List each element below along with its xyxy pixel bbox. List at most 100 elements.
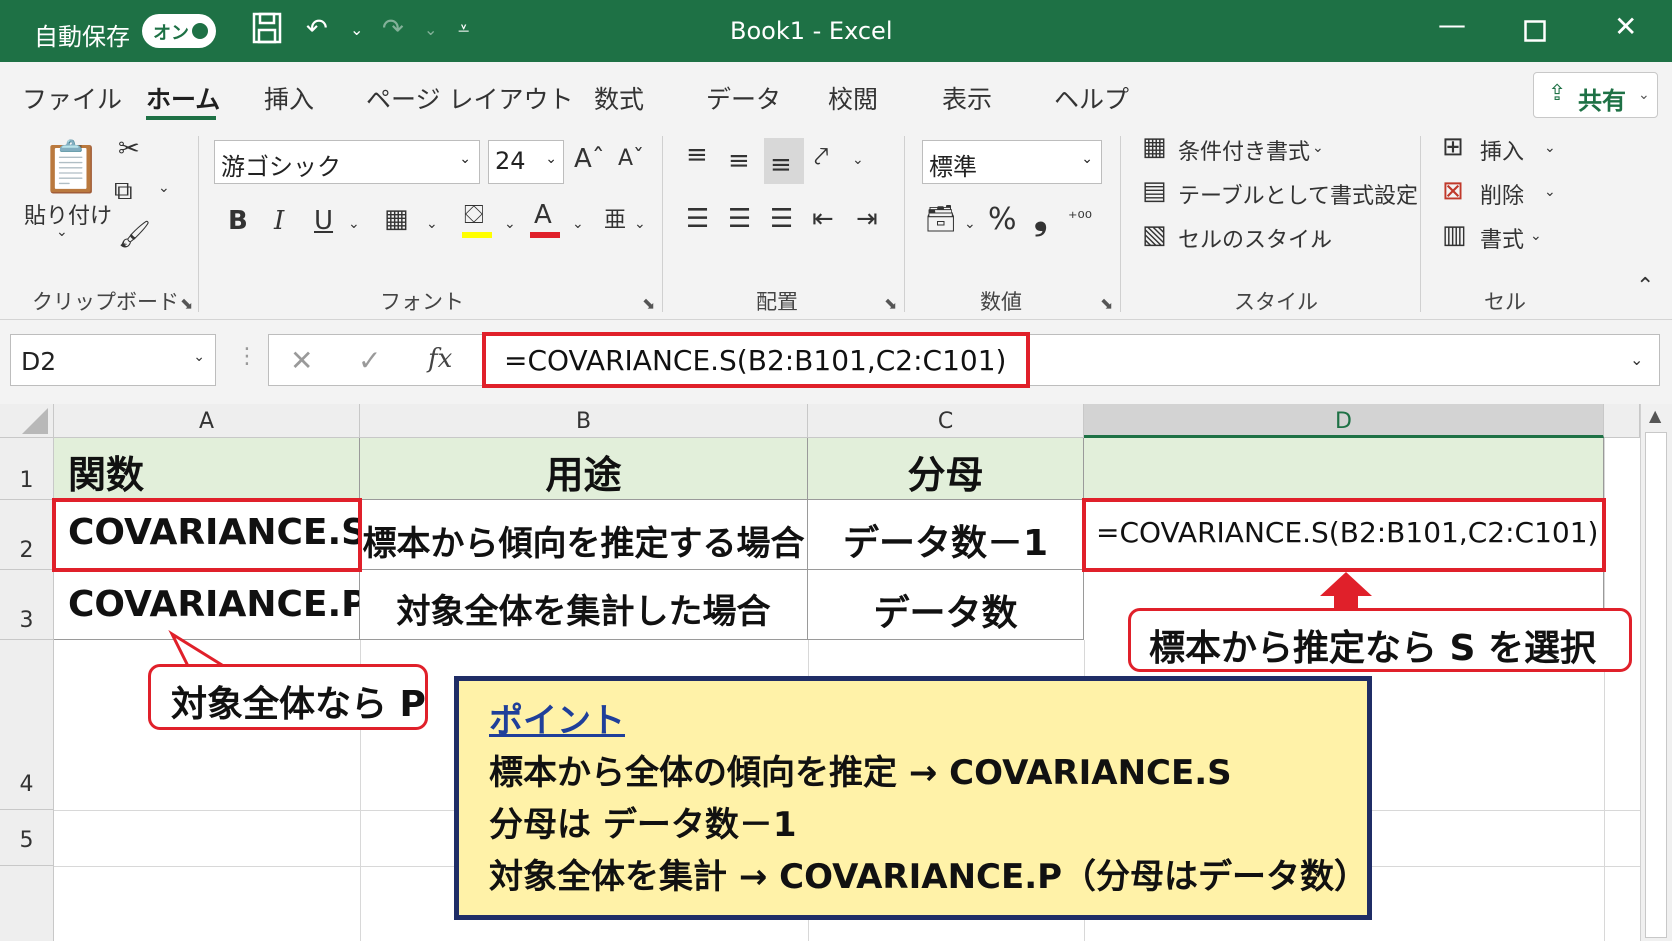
orientation-icon[interactable]: ⤤ — [814, 142, 829, 173]
dialog-launcher-icon[interactable]: ⬊ — [642, 294, 655, 313]
scroll-up-icon[interactable]: ▲ — [1649, 406, 1661, 425]
border-icon[interactable]: ▦ — [384, 204, 409, 234]
maximize-icon[interactable] — [1524, 16, 1546, 49]
column-header-a[interactable]: A — [54, 404, 360, 438]
tab-page-layout[interactable]: ページ レイアウト — [366, 80, 573, 116]
scrollbar-thumb[interactable] — [1645, 432, 1667, 938]
align-left-icon[interactable]: ☰ — [686, 204, 709, 234]
chevron-down-icon[interactable]: ⌄ — [504, 216, 516, 232]
dialog-launcher-icon[interactable]: ⬊ — [1100, 294, 1113, 313]
font-size-select[interactable]: 24 ⌄ — [488, 140, 564, 184]
vertical-scrollbar[interactable]: ▲ — [1640, 404, 1672, 941]
minimize-icon[interactable]: — — [1438, 8, 1466, 41]
cell-b1[interactable]: 用途 — [360, 438, 808, 500]
more-icon[interactable]: ⋮ — [236, 344, 258, 369]
chevron-down-icon[interactable]: ⌄ — [350, 20, 363, 39]
chevron-down-icon[interactable]: ⌄ — [158, 180, 170, 196]
chevron-down-icon[interactable]: ⌄ — [1314, 228, 1326, 244]
column-header-d[interactable]: D — [1084, 404, 1604, 438]
currency-icon[interactable]: 🗃 — [924, 204, 957, 234]
percent-button[interactable]: % — [988, 202, 1017, 237]
column-header-b[interactable]: B — [360, 404, 808, 438]
chevron-down-icon[interactable]: ⌄ — [348, 216, 360, 232]
paste-icon[interactable]: 📋 — [40, 138, 102, 197]
chevron-down-icon[interactable]: ⌄ — [1544, 140, 1556, 156]
row-header-1[interactable]: 1 — [0, 438, 54, 500]
chevron-down-icon[interactable]: ⌄ — [424, 20, 437, 39]
tab-file[interactable]: ファイル — [22, 80, 122, 116]
align-right-icon[interactable]: ☰ — [770, 204, 793, 234]
chevron-down-icon[interactable]: ⌄ — [1312, 140, 1324, 156]
cell-a1[interactable]: 関数 — [54, 438, 360, 500]
collapse-ribbon-icon[interactable]: ⌃ — [1636, 274, 1654, 299]
tab-data[interactable]: データ — [706, 80, 781, 116]
undo-icon[interactable]: ↶ — [306, 14, 328, 44]
font-name-select[interactable]: 游ゴシック ⌄ — [214, 140, 480, 184]
cell-c3[interactable]: データ数 — [808, 570, 1084, 640]
row-header-6[interactable] — [0, 866, 54, 941]
tab-help[interactable]: ヘルプ — [1054, 80, 1129, 116]
conditional-format-button[interactable]: 条件付き書式 — [1178, 134, 1310, 166]
bold-button[interactable]: B — [228, 206, 248, 236]
cell-styles-button[interactable]: セルのスタイル — [1178, 222, 1332, 254]
decrease-font-icon[interactable]: Aˇ — [618, 146, 644, 171]
align-middle-icon[interactable]: ≡ — [728, 146, 750, 176]
format-painter-icon[interactable]: 🖌 — [118, 220, 151, 250]
chevron-down-icon[interactable]: ⌄ — [426, 216, 438, 232]
copy-icon[interactable]: ⧉ — [114, 176, 133, 207]
column-header-e[interactable] — [1604, 404, 1640, 438]
close-icon[interactable]: ✕ — [1614, 10, 1637, 43]
cell-c2[interactable]: データ数－1 — [808, 500, 1084, 570]
chevron-down-icon[interactable]: ⌄ — [634, 216, 646, 232]
name-box[interactable]: D2 ⌄ — [10, 334, 216, 386]
cell-c1[interactable]: 分母 — [808, 438, 1084, 500]
fill-color-icon[interactable]: ⛋ — [464, 200, 484, 231]
insert-function-icon[interactable]: fx — [428, 344, 452, 374]
column-header-c[interactable]: C — [808, 404, 1084, 438]
cell-b2[interactable]: 標本から傾向を推定する場合 — [360, 500, 808, 570]
tab-insert[interactable]: 挿入 — [264, 80, 314, 116]
decrease-indent-icon[interactable]: ⇤ — [812, 204, 834, 234]
expand-formula-bar-icon[interactable]: ⌄ — [1630, 350, 1643, 369]
paste-label[interactable]: 貼り付け — [24, 198, 112, 230]
increase-indent-icon[interactable]: ⇥ — [856, 204, 878, 234]
chevron-down-icon[interactable]: ⌄ — [1544, 184, 1556, 200]
chevron-down-icon[interactable]: ⌄ — [1396, 184, 1408, 200]
cell-b3[interactable]: 対象全体を集計した場合 — [360, 570, 808, 640]
save-icon[interactable] — [252, 12, 282, 51]
row-header-4[interactable]: 4 — [0, 640, 54, 810]
decimal-icon[interactable]: ⁺⁰⁰ — [1068, 208, 1092, 229]
underline-button[interactable]: U — [314, 206, 333, 236]
tab-review[interactable]: 校閲 — [828, 80, 878, 116]
row-header-3[interactable]: 3 — [0, 570, 54, 640]
italic-button[interactable]: I — [274, 206, 284, 236]
tab-home[interactable]: ホーム — [146, 80, 220, 116]
align-center-icon[interactable]: ☰ — [728, 204, 751, 234]
chevron-down-icon[interactable]: ⌄ — [1530, 228, 1542, 244]
dialog-launcher-icon[interactable]: ⬊ — [180, 294, 193, 313]
comma-button[interactable]: ❟ — [1034, 198, 1047, 238]
tab-view[interactable]: 表示 — [942, 80, 992, 116]
chevron-down-icon[interactable]: ⌄ — [56, 224, 68, 240]
format-cells-button[interactable]: 書式 — [1480, 222, 1524, 254]
phonetic-icon[interactable]: 亜 — [604, 202, 626, 234]
autosave-toggle[interactable]: オン — [142, 14, 216, 48]
chevron-down-icon[interactable]: ⌄ — [852, 152, 864, 168]
chevron-down-icon[interactable]: ⌄ — [964, 216, 976, 232]
cancel-formula-icon[interactable]: ✕ — [290, 344, 313, 377]
align-top-icon[interactable]: ≡ — [686, 140, 708, 170]
delete-cells-button[interactable]: 削除 — [1480, 178, 1524, 210]
customize-icon[interactable]: ⩡ — [458, 16, 469, 40]
format-as-table-button[interactable]: テーブルとして書式設定 — [1178, 178, 1418, 210]
select-all-button[interactable] — [0, 404, 54, 438]
cell-d1[interactable] — [1084, 438, 1604, 500]
row-header-5[interactable]: 5 — [0, 810, 54, 866]
chevron-down-icon[interactable]: ⌄ — [572, 216, 584, 232]
number-format-select[interactable]: 標準 ⌄ — [922, 140, 1102, 184]
row-header-2[interactable]: 2 — [0, 500, 54, 570]
enter-formula-icon[interactable]: ✓ — [358, 344, 381, 377]
font-color-icon[interactable]: A — [534, 200, 552, 230]
redo-icon[interactable]: ↷ — [382, 14, 404, 44]
share-button[interactable]: ⇪ 共有 ⌄ — [1533, 72, 1658, 118]
increase-font-icon[interactable]: Aˆ — [574, 144, 605, 174]
